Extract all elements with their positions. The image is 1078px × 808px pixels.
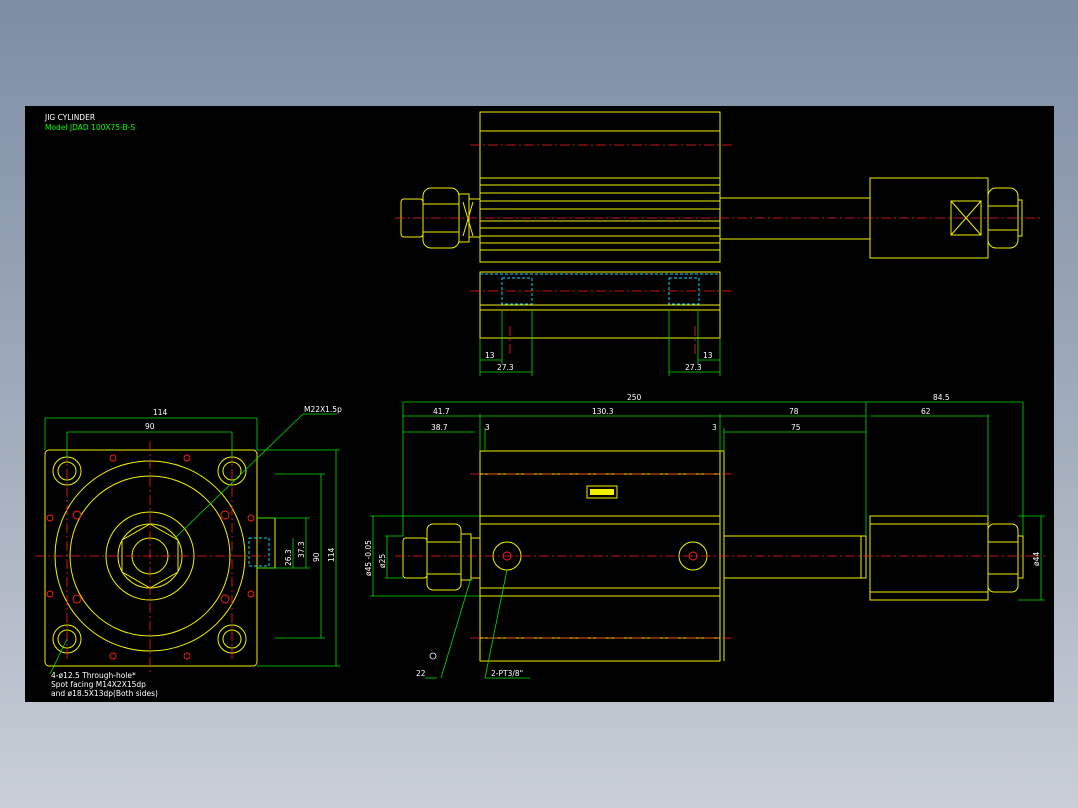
dim-side-130: 130.3 [592, 407, 614, 416]
dim-top-27-right: 27.3 [685, 363, 702, 372]
drawing-model: Model JDAD 100X75-B-S [45, 123, 135, 132]
dim-top-13-right: 13 [703, 351, 713, 360]
end-view: 114 90 26.3 37.3 90 114 M22X1.5p 4-ø12.5… [35, 405, 342, 698]
dim-end-37: 37.3 [297, 541, 306, 558]
dim-end-114: 114 [153, 408, 168, 417]
dim-end-v90: 90 [312, 552, 321, 562]
dim-top-13-left: 13 [485, 351, 495, 360]
dim-side-78: 78 [789, 407, 799, 416]
cad-drawing: JIG CYLINDER Model JDAD 100X75-B-S 13 27… [35, 111, 1045, 698]
dim-side-3b: 3 [712, 423, 717, 432]
dim-end-90: 90 [145, 422, 155, 431]
side-view: 250 84.5 41.7 130.3 78 62 38.7 3 3 75 ø4… [364, 393, 1045, 679]
cad-drawing-canvas[interactable]: JIG CYLINDER Model JDAD 100X75-B-S 13 27… [25, 106, 1054, 702]
dim-side-38: 38.7 [431, 423, 448, 432]
callout-holes-3: and ø18.5X13dp(Both sides) [51, 689, 158, 698]
dim-end-26: 26.3 [284, 549, 293, 566]
drawing-title: JIG CYLINDER [44, 113, 95, 122]
callout-small: 22 [416, 669, 426, 678]
dim-end-v114: 114 [327, 547, 336, 562]
dim-side-44: ø44 [1032, 552, 1041, 566]
dim-side-62: 62 [921, 407, 931, 416]
dim-side-3a: 3 [485, 423, 490, 432]
callout-holes-2: Spot facing M14X2X15dp [51, 680, 146, 689]
dim-side-84: 84.5 [933, 393, 950, 402]
dim-side-250: 250 [627, 393, 642, 402]
callout-thread: M22X1.5p [304, 405, 342, 414]
callout-holes-1: 4-ø12.5 Through-hole* [51, 671, 136, 680]
dim-side-rod: ø25 [378, 554, 387, 568]
dim-side-bore: ø45 -0.05 [364, 540, 373, 576]
dim-side-75: 75 [791, 423, 801, 432]
dim-top-27-left: 27.3 [497, 363, 514, 372]
top-view: 13 27.3 13 27.3 [395, 111, 1040, 376]
dim-side-41: 41.7 [433, 407, 450, 416]
callout-port: 2-PT3/8" [491, 669, 523, 678]
